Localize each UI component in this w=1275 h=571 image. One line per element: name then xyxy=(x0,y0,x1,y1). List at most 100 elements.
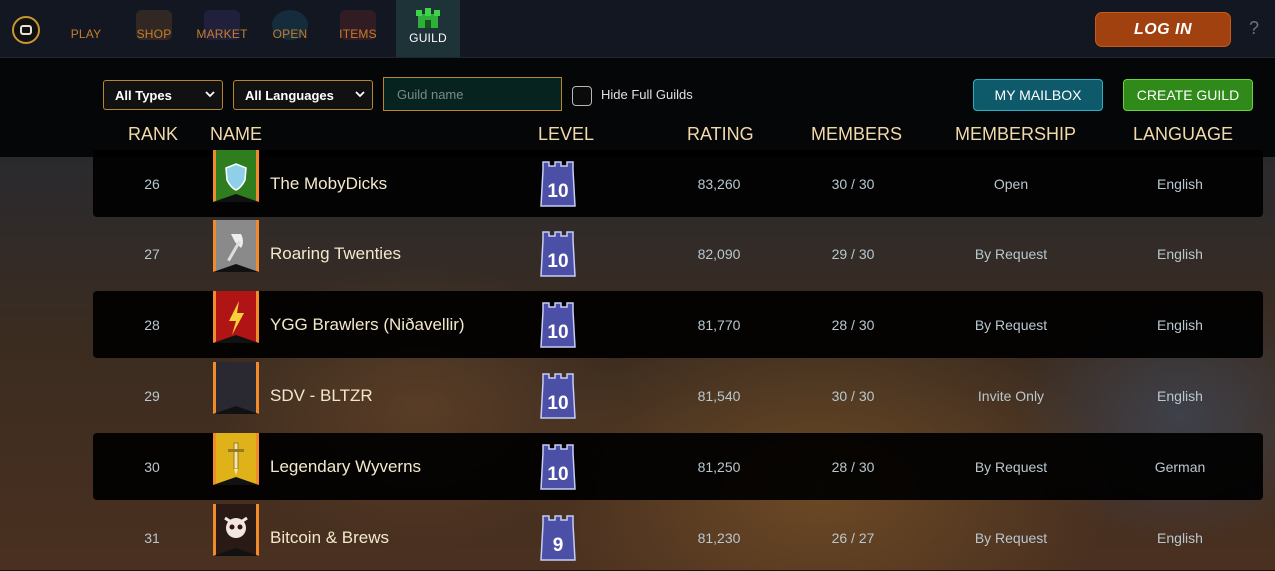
column-header-rank[interactable]: RANK xyxy=(128,124,178,145)
nav-guild-label: GUILD xyxy=(409,30,447,45)
nav-play[interactable]: PLAY xyxy=(60,0,112,57)
guild-row[interactable]: 26 The MobyDicks 10 83,260 30 / 30 Open Englis… xyxy=(93,150,1263,217)
guild-level: 10 xyxy=(547,322,568,343)
chevron-down-icon xyxy=(205,91,215,98)
guild-membership: By Request xyxy=(974,245,1048,262)
help-icon[interactable]: ? xyxy=(1249,18,1259,39)
guild-row[interactable]: 27 Roaring Twenties 10 82,090 29 / 30 By Requ… xyxy=(93,220,1263,287)
guild-name[interactable]: YGG Brawlers (Niðavellir) xyxy=(270,291,465,358)
guild-members: 29 / 30 xyxy=(831,245,875,262)
sword-banner-icon xyxy=(213,433,259,485)
guild-level: 10 xyxy=(547,251,568,272)
guild-membership: Open xyxy=(993,175,1029,192)
skull-banner-icon xyxy=(213,504,259,556)
hide-full-guilds-label: Hide Full Guilds xyxy=(601,87,693,102)
guild-row[interactable]: 28 YGG Brawlers (Niðavellir) 10 81,770 28 / … xyxy=(93,291,1263,358)
guild-membership: By Request xyxy=(974,529,1048,546)
guild-castle-icon xyxy=(416,8,440,28)
guild-rating: 81,540 xyxy=(697,387,741,404)
column-header-level[interactable]: LEVEL xyxy=(538,124,594,145)
guild-level-badge: 10 xyxy=(537,230,579,278)
guild-rank: 26 xyxy=(144,175,160,192)
nav-market[interactable]: MARKET xyxy=(193,0,251,57)
guild-language: English xyxy=(1157,316,1203,333)
level-tower-icon: 10 xyxy=(540,161,576,207)
guild-membership: By Request xyxy=(974,316,1048,333)
column-header-name[interactable]: NAME xyxy=(210,124,262,145)
guild-rank: 30 xyxy=(144,458,160,475)
nav-guild[interactable]: GUILD xyxy=(396,0,460,57)
guild-rank: 31 xyxy=(144,529,160,546)
guild-level: 10 xyxy=(547,393,568,414)
login-button[interactable]: LOG IN xyxy=(1095,12,1231,47)
guild-level: 10 xyxy=(547,464,568,485)
guild-name[interactable]: SDV - BLTZR xyxy=(270,362,373,429)
type-select[interactable]: All Types xyxy=(103,80,223,110)
column-header-members[interactable]: MEMBERS xyxy=(811,124,902,145)
guild-name-input[interactable] xyxy=(383,77,562,111)
guild-name[interactable]: Bitcoin & Brews xyxy=(270,504,389,571)
guild-rating: 81,250 xyxy=(697,458,741,475)
guild-members: 30 / 30 xyxy=(831,387,875,404)
guild-members: 30 / 30 xyxy=(831,175,875,192)
guild-level-badge: 10 xyxy=(537,443,579,491)
shield-banner-icon xyxy=(213,150,259,202)
guild-name[interactable]: The MobyDicks xyxy=(270,150,387,217)
guild-level: 9 xyxy=(553,535,564,556)
my-mailbox-button[interactable]: MY MAILBOX xyxy=(973,79,1103,111)
guild-level-badge: 10 xyxy=(537,372,579,420)
guild-level-badge: 10 xyxy=(537,160,579,208)
column-header-membership[interactable]: MEMBERSHIP xyxy=(955,124,1076,145)
guild-membership: Invite Only xyxy=(977,387,1045,404)
hide-full-guilds-checkbox[interactable] xyxy=(572,86,592,106)
level-tower-icon: 10 xyxy=(540,373,576,419)
guild-rank: 28 xyxy=(144,316,160,333)
language-select-value: All Languages xyxy=(245,87,334,103)
guild-name[interactable]: Roaring Twenties xyxy=(270,220,401,287)
nav-shop[interactable]: SHOP xyxy=(128,0,180,57)
axe-banner-icon xyxy=(213,220,259,272)
chevron-down-icon xyxy=(355,91,365,98)
lightning-banner-icon xyxy=(213,291,259,343)
nav-items[interactable]: ITEMS xyxy=(331,0,385,57)
guild-name[interactable]: Legendary Wyverns xyxy=(270,433,421,500)
language-select[interactable]: All Languages xyxy=(233,80,373,110)
splinterlands-logo-icon[interactable] xyxy=(12,16,40,44)
guild-filter-bar: All Types All Languages Hide Full Guilds… xyxy=(0,58,1275,157)
guild-language: English xyxy=(1157,245,1203,262)
guild-row[interactable]: 29 SDV - BLTZR 10 81,540 30 / 30 Invite Only E… xyxy=(93,362,1263,429)
guild-level-badge: 9 xyxy=(537,514,579,562)
top-nav: PLAY SHOP MARKET OPEN ITEMS GUILD LOG IN… xyxy=(0,0,1275,58)
nav-items-label: ITEMS xyxy=(339,26,377,41)
level-tower-icon: 10 xyxy=(540,444,576,490)
guild-level-badge: 10 xyxy=(537,301,579,349)
blank-banner-icon xyxy=(213,362,259,414)
guild-rating: 82,090 xyxy=(697,245,741,262)
guild-members: 28 / 30 xyxy=(831,316,875,333)
guild-members: 26 / 27 xyxy=(831,529,875,546)
guild-rating: 81,770 xyxy=(697,316,741,333)
level-tower-icon: 9 xyxy=(540,515,576,561)
nav-open-label: OPEN xyxy=(272,26,308,41)
nav-open[interactable]: OPEN xyxy=(263,0,317,57)
create-guild-button[interactable]: CREATE GUILD xyxy=(1123,79,1253,111)
guild-rating: 81,230 xyxy=(697,529,741,546)
nav-play-label: PLAY xyxy=(70,26,102,41)
level-tower-icon: 10 xyxy=(540,231,576,277)
column-header-language[interactable]: LANGUAGE xyxy=(1133,124,1233,145)
nav-market-label: MARKET xyxy=(196,26,248,41)
guild-rank: 27 xyxy=(144,245,160,262)
guild-language: German xyxy=(1154,458,1206,475)
guild-members: 28 / 30 xyxy=(831,458,875,475)
guild-rating: 83,260 xyxy=(697,175,741,192)
guild-rank: 29 xyxy=(144,387,160,404)
nav-shop-label: SHOP xyxy=(136,26,172,41)
guild-language: English xyxy=(1157,387,1203,404)
column-header-rating[interactable]: RATING xyxy=(687,124,754,145)
guild-row[interactable]: 30 Legendary Wyverns 10 81,250 28 / 30 By Req… xyxy=(93,433,1263,500)
guild-level: 10 xyxy=(547,181,568,202)
type-select-value: All Types xyxy=(115,87,172,103)
guild-language: English xyxy=(1157,175,1203,192)
guild-membership: By Request xyxy=(974,458,1048,475)
guild-row[interactable]: 31 Bitcoin & Brews 9 81,230 26 / 27 By Reques… xyxy=(93,504,1263,571)
